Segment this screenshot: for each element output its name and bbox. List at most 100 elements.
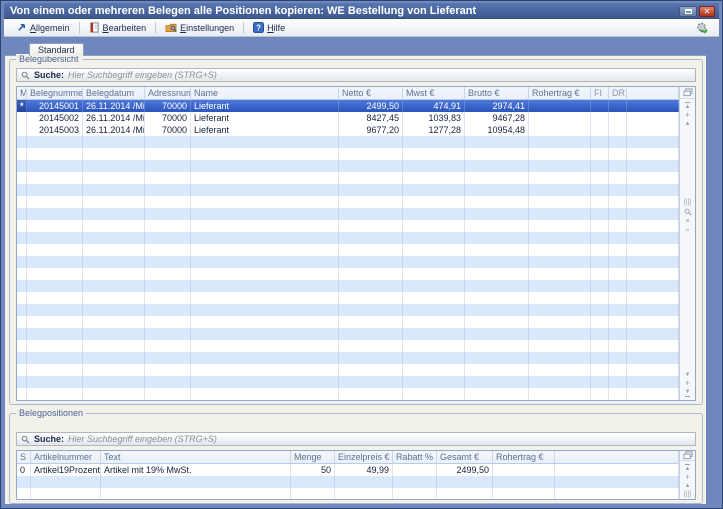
empty-row [17, 304, 679, 316]
col-belegnummer[interactable]: Belegnummer [27, 87, 83, 100]
toolbar: Allgemein Bearbeiten Einstellungen ? [4, 19, 719, 37]
col-belegdatum[interactable]: Belegdatum [83, 87, 145, 100]
beleguebersicht-groupbox: Belegübersicht Suche: Hier Suchbegriff e… [9, 59, 703, 405]
toolbar-separator [155, 22, 156, 34]
empty-row [17, 256, 679, 268]
empty-row [17, 220, 679, 232]
grid-tools: (||) ≡ ≈ [683, 196, 691, 237]
table-row-selected[interactable]: * 20145001 26.11.2014 /Mi 70000 Lieferan… [17, 100, 679, 112]
empty-row [17, 476, 679, 488]
col-dr[interactable]: DR [609, 87, 627, 100]
position-table-header: S Artikelnummer Text Menge Einzelpreis €… [17, 451, 679, 464]
col-menge[interactable]: Menge [291, 451, 335, 464]
empty-row [17, 364, 679, 376]
search-label: Suche: [34, 70, 64, 80]
titlebar: Von einem oder mehreren Belegen alle Pos… [4, 3, 719, 19]
scroll-group-top: ▲ + ▲ (||) [683, 461, 691, 499]
column-chooser-icon[interactable] [680, 451, 695, 461]
menu-lines-icon[interactable]: ≡ [685, 218, 689, 225]
fit-columns-icon[interactable]: (||) [683, 491, 691, 498]
belegpositionen-label: Belegpositionen [16, 408, 86, 419]
zoom-icon[interactable] [684, 208, 692, 216]
empty-row [17, 196, 679, 208]
position-row[interactable]: 0 Artikel19Prozent Artikel mit 19% MwSt.… [17, 464, 679, 476]
empty-row [17, 388, 679, 400]
close-button[interactable]: ✕ [699, 6, 715, 17]
scroll-up-icon[interactable]: ▲ [685, 121, 691, 127]
grid-side-toolbar: ▲ + ▲ (||) [679, 451, 695, 499]
empty-row [17, 136, 679, 148]
fit-columns-icon[interactable]: (||) [683, 199, 691, 206]
help-icon: ? [253, 22, 264, 33]
empty-row [17, 268, 679, 280]
col-m[interactable]: M [17, 87, 27, 100]
scroll-group-bottom: ▼ + ▼ [685, 369, 691, 400]
col-mwst[interactable]: Mwst € [403, 87, 465, 100]
empty-row [17, 292, 679, 304]
dialog-window: Von einem oder mehreren Belegen alle Pos… [0, 0, 723, 509]
empty-row [17, 184, 679, 196]
col-rohertrag[interactable]: Rohertrag € [493, 451, 555, 464]
col-gesamt[interactable]: Gesamt € [437, 451, 493, 464]
menu-allgemein[interactable]: Allgemein [9, 20, 77, 35]
belegpositionen-groupbox: Belegpositionen Suche: Hier Suchbegriff … [9, 413, 703, 504]
search-icon [21, 71, 30, 80]
table-row[interactable]: 20145003 26.11.2014 /Mi 70000 Lieferant … [17, 124, 679, 136]
column-chooser-icon[interactable] [680, 87, 695, 99]
beleg-search-input[interactable]: Suche: Hier Suchbegriff eingeben (STRG+S… [16, 68, 696, 82]
empty-row [17, 244, 679, 256]
window-title: Von einem oder mehreren Belegen alle Pos… [4, 5, 476, 17]
empty-row [17, 352, 679, 364]
search-placeholder: Hier Suchbegriff eingeben (STRG+S) [68, 70, 217, 80]
menu-hilfe[interactable]: ? Hilfe [246, 20, 292, 35]
table-row[interactable]: 20145002 26.11.2014 /Mi 70000 Lieferant … [17, 112, 679, 124]
scroll-top-icon[interactable]: ▲ [685, 102, 691, 110]
close-icon: ✕ [704, 8, 711, 16]
scroll-up-icon[interactable]: ▲ [685, 483, 691, 489]
svg-text:?: ? [256, 23, 261, 32]
content-panel: Belegübersicht Suche: Hier Suchbegriff e… [5, 55, 706, 504]
refresh-icon[interactable] [695, 21, 709, 35]
col-artikelnummer[interactable]: Artikelnummer [31, 451, 101, 464]
scroll-page-up-icon[interactable]: + [685, 474, 690, 481]
empty-row [17, 280, 679, 292]
empty-row [17, 488, 679, 499]
position-search-input[interactable]: Suche: Hier Suchbegriff eingeben (STRG+S… [16, 432, 696, 446]
toolbar-separator [243, 22, 244, 34]
empty-row [17, 160, 679, 172]
col-filler [555, 451, 679, 464]
scroll-bottom-icon[interactable]: ▼ [685, 389, 691, 397]
empty-row [17, 340, 679, 352]
col-text[interactable]: Text [101, 451, 291, 464]
col-s[interactable]: S [17, 451, 31, 464]
menu-bearbeiten[interactable]: Bearbeiten [82, 20, 154, 35]
col-adressnummer[interactable]: Adressnumm [145, 87, 191, 100]
empty-row [17, 376, 679, 388]
filter-icon[interactable]: ≈ [686, 227, 690, 234]
menu-einstellungen[interactable]: Einstellungen [158, 20, 241, 35]
grid-side-toolbar: ▲ + ▲ (||) ≡ ≈ ▼ [679, 87, 695, 400]
notebook-icon [89, 22, 100, 33]
empty-row [17, 328, 679, 340]
scroll-page-down-icon[interactable]: + [685, 380, 690, 387]
empty-row [17, 208, 679, 220]
col-name[interactable]: Name [191, 87, 339, 100]
empty-row [17, 316, 679, 328]
col-netto[interactable]: Netto € [339, 87, 403, 100]
col-brutto[interactable]: Brutto € [465, 87, 529, 100]
tab-standard[interactable]: Standard [29, 43, 84, 56]
scroll-top-icon[interactable]: ▲ [685, 464, 691, 472]
empty-row [17, 148, 679, 160]
position-table: S Artikelnummer Text Menge Einzelpreis €… [16, 450, 696, 500]
restore-button[interactable] [679, 6, 697, 17]
col-filler [627, 87, 679, 100]
col-fi[interactable]: FI [591, 87, 609, 100]
settings-icon [165, 22, 177, 33]
scroll-page-up-icon[interactable]: + [685, 112, 690, 119]
col-rohertrag[interactable]: Rohertrag € [529, 87, 591, 100]
empty-row [17, 232, 679, 244]
search-icon [21, 435, 30, 444]
col-rabatt[interactable]: Rabatt % [393, 451, 437, 464]
col-einzelpreis[interactable]: Einzelpreis € [335, 451, 393, 464]
restore-icon [685, 9, 692, 14]
